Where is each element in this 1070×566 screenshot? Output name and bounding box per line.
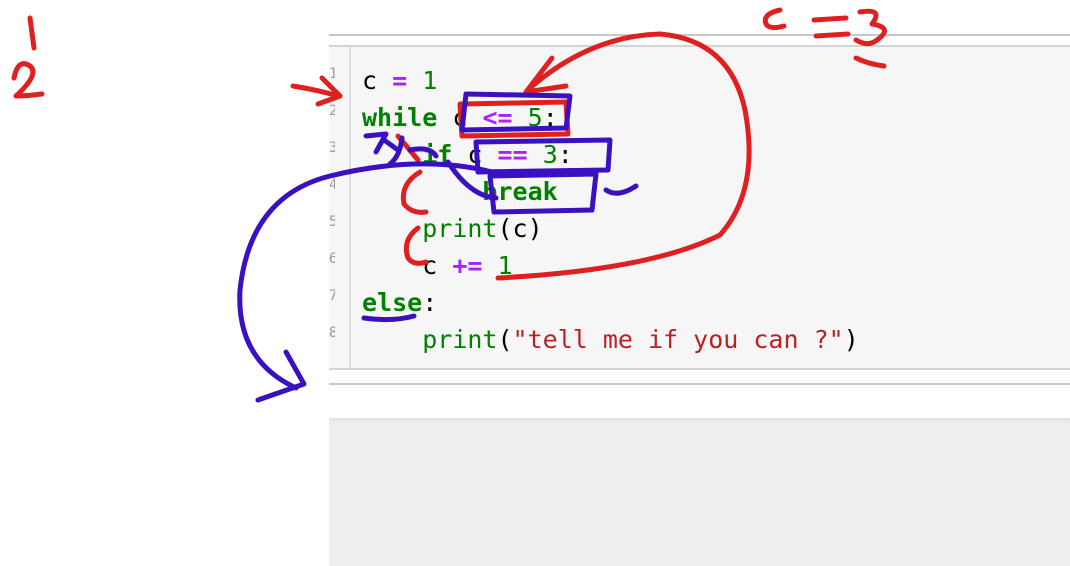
token-colon: : <box>422 288 438 317</box>
token-operator: <= <box>482 103 513 132</box>
token-keyword: while <box>362 103 438 132</box>
token-colon: : <box>557 140 573 169</box>
token-number: 1 <box>422 66 438 95</box>
token-number: 3 <box>542 140 558 169</box>
line-number: 7 <box>329 288 335 304</box>
token-function: print <box>422 214 498 243</box>
token-keyword: if <box>422 140 453 169</box>
line-number: 3 <box>329 140 335 156</box>
code-line-3[interactable]: if c == 3: <box>362 136 573 173</box>
line-number: 4 <box>329 177 335 193</box>
ink-letter-c <box>762 7 787 31</box>
code-line-7[interactable]: else: <box>362 284 437 321</box>
code-line-8[interactable]: print("tell me if you can ?") <box>362 321 859 358</box>
token-operator: += <box>452 251 483 280</box>
token-colon: : <box>542 103 558 132</box>
ink-digit-two <box>11 61 45 99</box>
ink-fraction-line <box>27 15 37 51</box>
line-number: 2 <box>329 103 335 119</box>
code-line-5[interactable]: print(c) <box>362 210 543 247</box>
line-number: 1 <box>329 66 335 82</box>
token-number: 1 <box>497 251 513 280</box>
token-var: c <box>512 214 528 243</box>
output-area <box>329 418 1070 566</box>
token-number: 5 <box>527 103 543 132</box>
line-number: 6 <box>329 251 335 267</box>
code-line-2[interactable]: while c <= 5: <box>362 99 558 136</box>
token-function: print <box>422 325 498 354</box>
token-paren: ( <box>497 325 513 354</box>
ink-digit-three <box>853 8 887 47</box>
token-paren: ) <box>843 325 859 354</box>
output-separator <box>329 383 1070 385</box>
cell-top-border <box>329 34 1070 36</box>
notebook-screenshot: 1 2 3 4 5 6 7 8 c = 1 while c <= 5: if c… <box>0 0 1070 566</box>
token-var: c <box>467 140 483 169</box>
token-paren: ) <box>527 214 543 243</box>
token-keyword: break <box>482 177 558 206</box>
token-operator: = <box>392 66 408 95</box>
code-line-4[interactable]: break <box>362 173 558 210</box>
code-line-1[interactable]: c = 1 <box>362 62 437 99</box>
token-var: c <box>422 251 438 280</box>
token-keyword: else <box>362 288 423 317</box>
token-operator: == <box>497 140 528 169</box>
ink-break-arrow-head <box>255 349 307 403</box>
line-number: 5 <box>329 214 335 230</box>
token-paren: ( <box>497 214 513 243</box>
line-number: 8 <box>329 325 335 341</box>
token-var: c <box>452 103 468 132</box>
code-line-6[interactable]: c += 1 <box>362 247 513 284</box>
token-string: "tell me if you can ?" <box>512 325 844 354</box>
token-var: c <box>362 66 378 95</box>
